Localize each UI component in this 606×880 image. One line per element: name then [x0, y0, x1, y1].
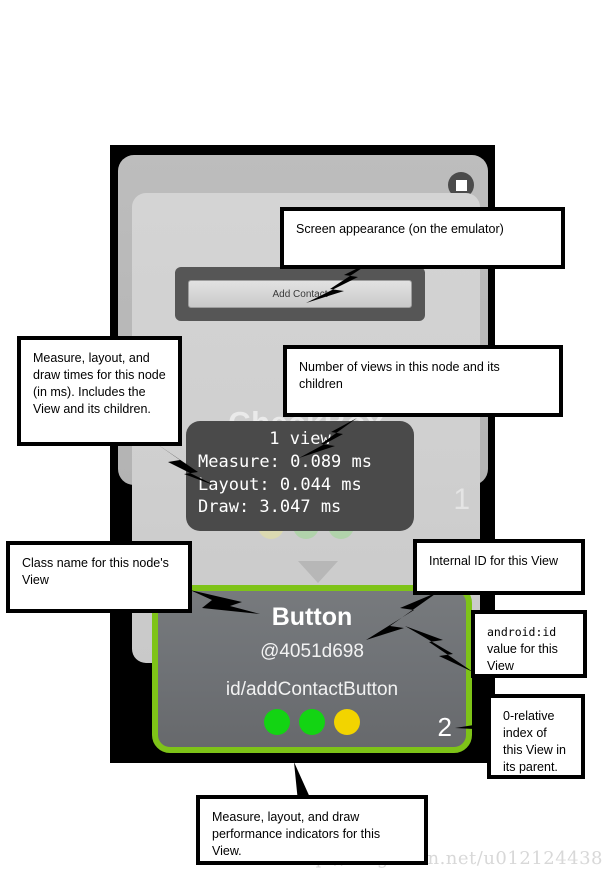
callout-timings: Measure, layout, and draw times for this… — [17, 336, 182, 446]
leader-line-view-count — [295, 416, 365, 461]
perf-dot-draw — [334, 709, 360, 735]
callout-screen-appearance: Screen appearance (on the emulator) — [280, 207, 565, 269]
callout-class-name: Class name for this node's View — [6, 541, 192, 613]
stop-record-square — [455, 179, 467, 191]
leader-line-class-name — [186, 588, 264, 618]
callout-child-index-text: 0-relative index of this View in its par… — [503, 709, 566, 774]
callout-view-count-text: Number of views in this node and its chi… — [299, 360, 500, 391]
view-node-button-child-index: 2 — [437, 712, 452, 742]
callout-internal-id: Internal ID for this View — [413, 539, 585, 595]
callout-screen-appearance-text: Screen appearance (on the emulator) — [296, 222, 504, 236]
perf-dot-measure — [264, 709, 290, 735]
callout-view-count: Number of views in this node and its chi… — [283, 345, 563, 417]
callout-child-index: 0-relative index of this View in its par… — [487, 694, 585, 779]
view-node-button-indicators — [264, 709, 360, 735]
callout-timings-text: Measure, layout, and draw times for this… — [33, 351, 166, 416]
view-node-button-android-id: id/addContactButton — [225, 679, 399, 700]
callout-android-id-rest: value for this View — [487, 641, 558, 673]
perf-dot-layout — [299, 709, 325, 735]
view-node-checkbox-index: 1 — [453, 483, 470, 516]
callout-android-id-label: android:id — [487, 625, 557, 639]
callout-android-id: android:id value for this View — [471, 610, 587, 678]
node-connector-arrow — [298, 561, 338, 583]
callout-class-name-text: Class name for this node's View — [22, 556, 169, 587]
callout-internal-id-text: Internal ID for this View — [429, 554, 558, 568]
callout-perf-indicators: Measure, layout, and draw performance in… — [196, 795, 428, 865]
tooltip-layout-time: Layout: 0.044 ms — [198, 474, 362, 495]
tooltip-draw-time: Draw: 3.047 ms — [198, 497, 342, 518]
leader-line-android-id — [395, 620, 477, 678]
callout-perf-indicators-text: Measure, layout, and draw performance in… — [212, 810, 381, 858]
leader-line-timings — [150, 440, 220, 490]
